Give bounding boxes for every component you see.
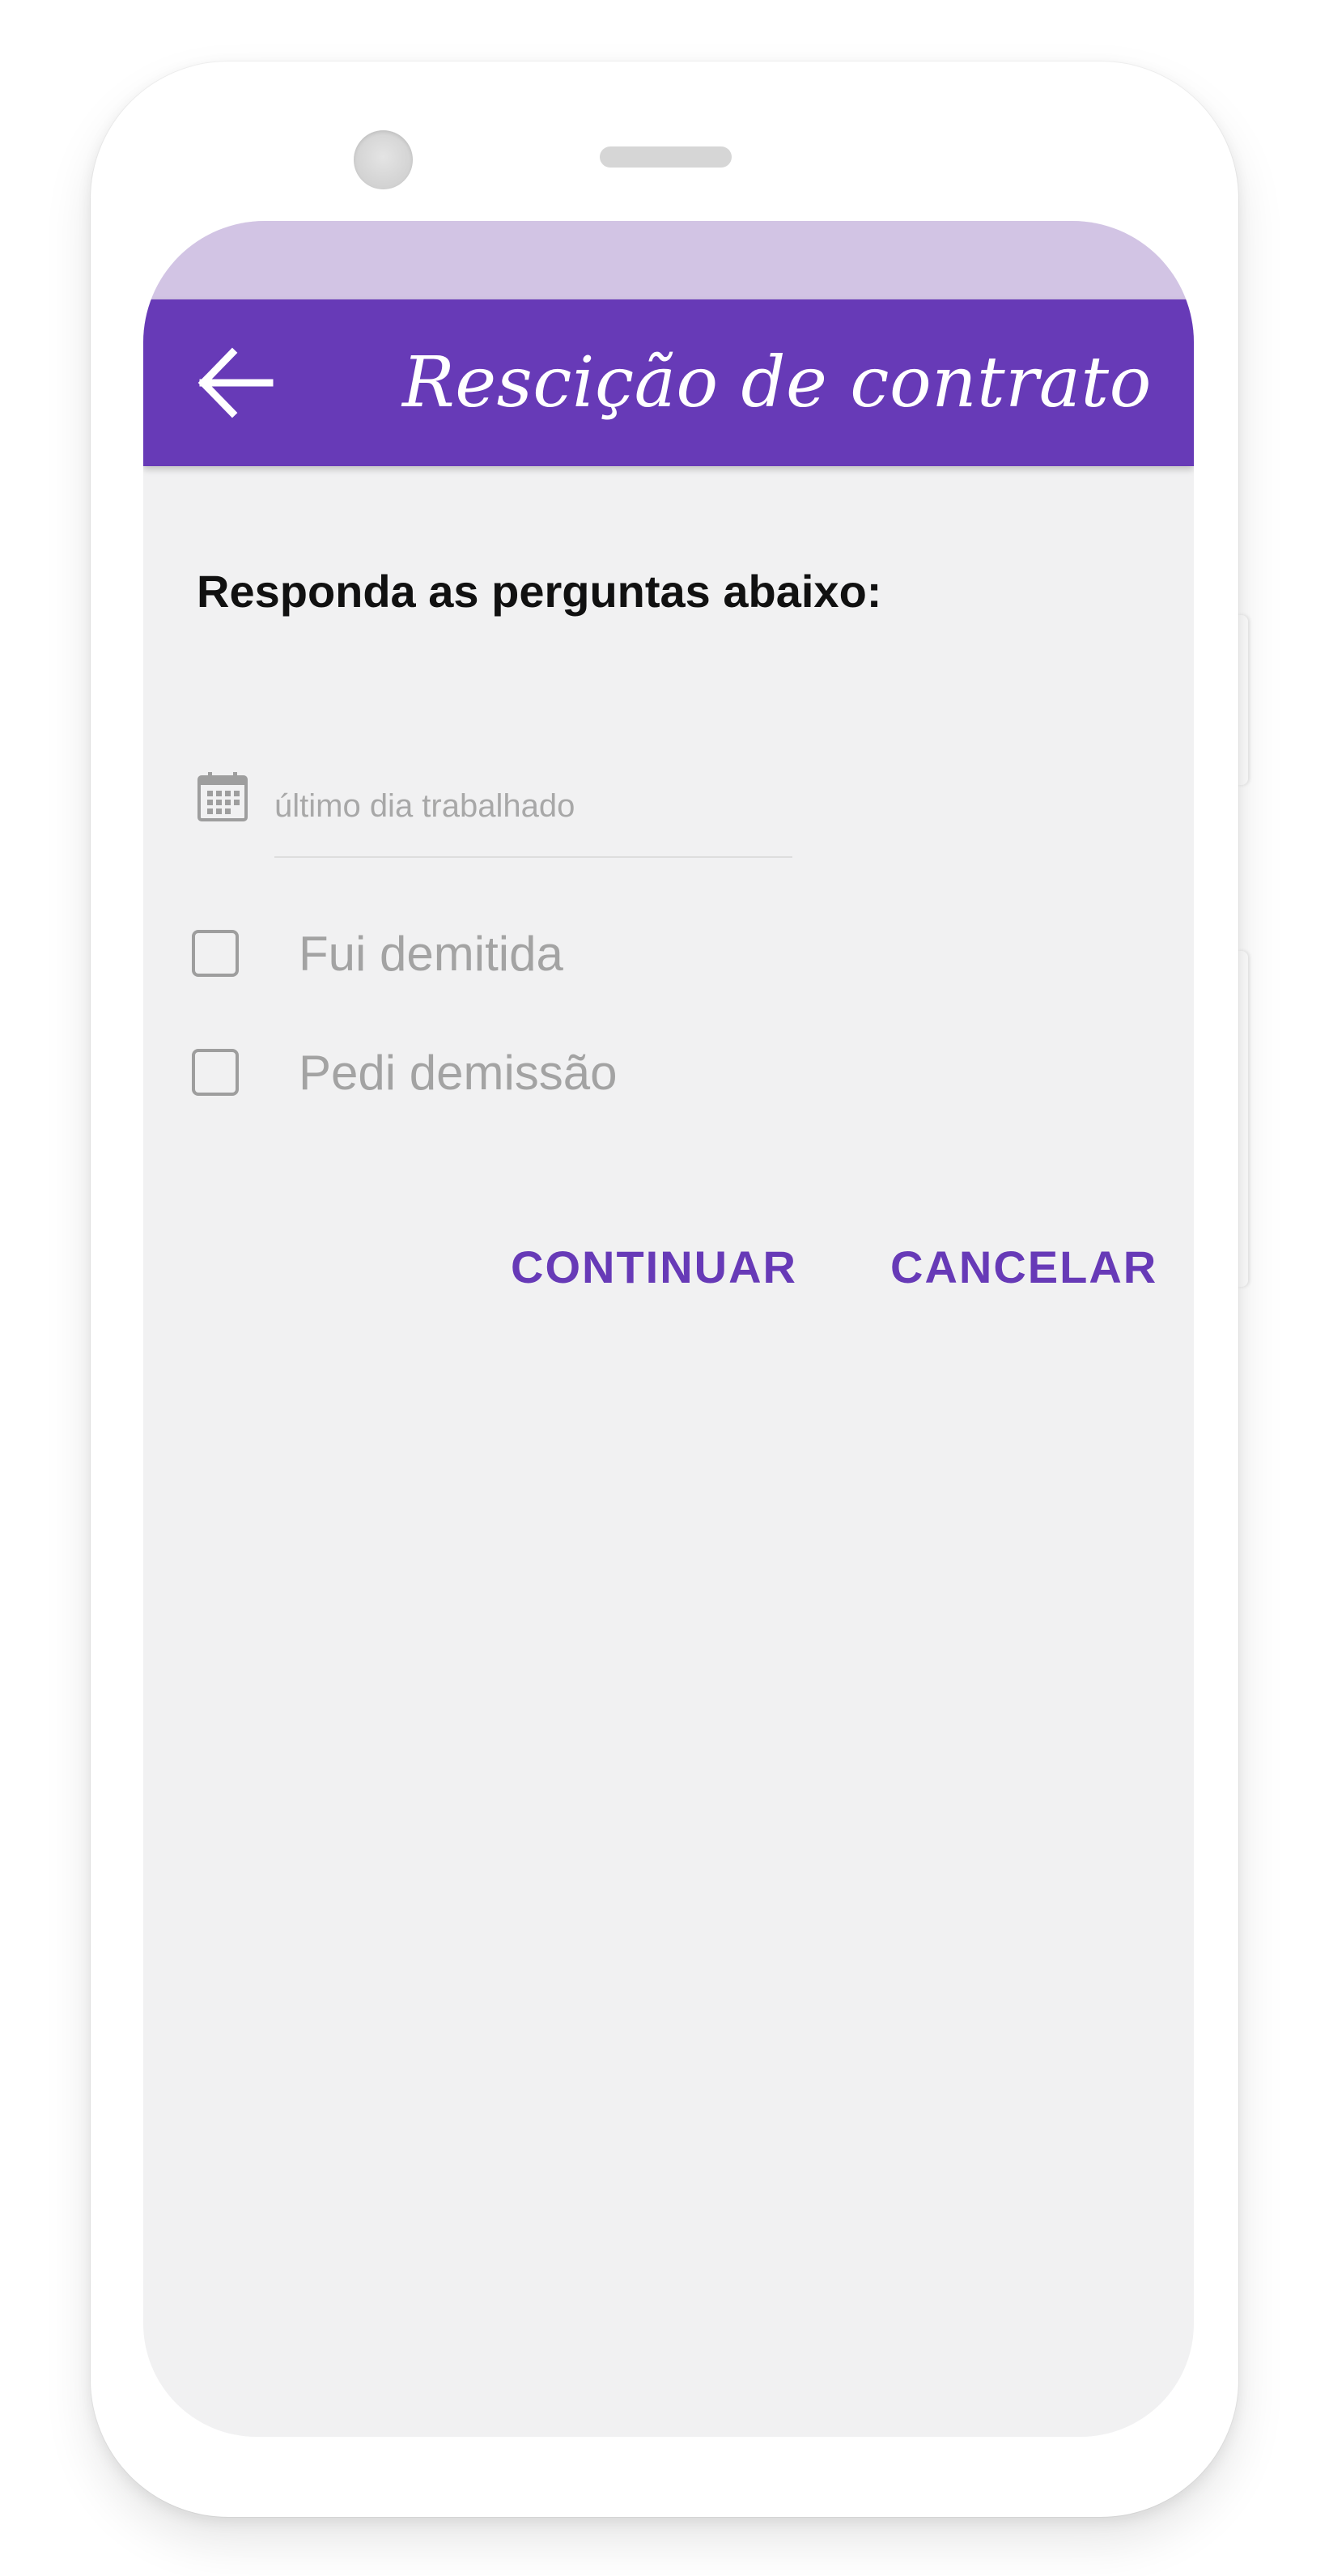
date-field-row: [197, 770, 812, 859]
page: Rescição de contrato Responda as pergunt…: [0, 0, 1329, 2576]
calendar-icon[interactable]: [197, 770, 248, 822]
last-workday-input[interactable]: [274, 772, 792, 858]
back-button[interactable]: [197, 346, 274, 419]
cancel-button[interactable]: CANCELAR: [882, 1227, 1166, 1308]
app-bar: Rescição de contrato: [143, 299, 1194, 466]
app-title: Rescição de contrato: [402, 342, 1152, 423]
arrow-back-icon: [197, 347, 274, 418]
option-label: Fui demitida: [299, 927, 563, 981]
continue-button[interactable]: CONTINUAR: [503, 1227, 805, 1308]
phone-screen: Rescição de contrato Responda as pergunt…: [143, 221, 1194, 2437]
option-label: Pedi demissão: [299, 1046, 618, 1100]
power-button: [1237, 951, 1248, 1287]
status-bar: [143, 221, 1194, 299]
form-prompt: Responda as perguntas abaixo:: [197, 566, 882, 617]
checkbox[interactable]: [192, 930, 239, 977]
volume-button: [1237, 615, 1248, 785]
front-camera: [354, 130, 413, 189]
checkbox[interactable]: [192, 1049, 239, 1096]
earpiece-speaker: [600, 146, 732, 168]
